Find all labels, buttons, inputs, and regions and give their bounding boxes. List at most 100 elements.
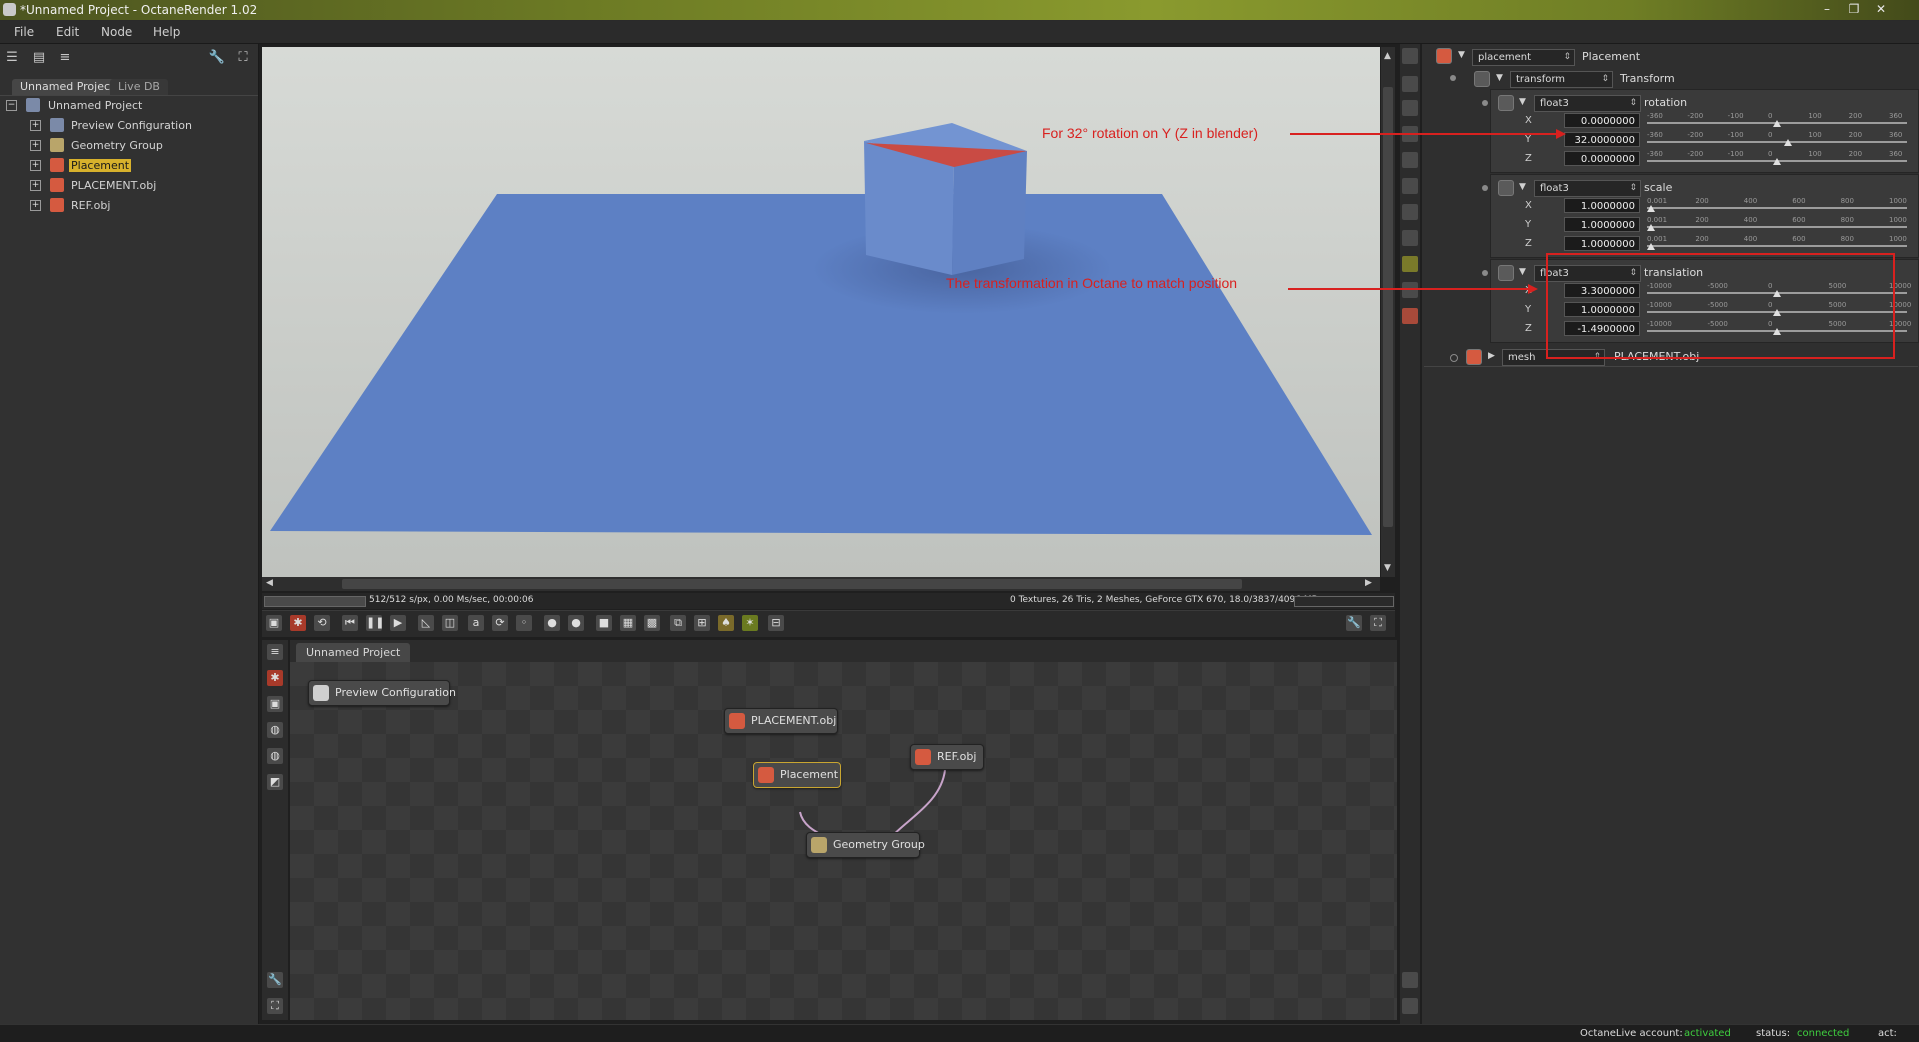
mesh-icon[interactable] xyxy=(1402,308,1418,324)
scale-x-slider[interactable]: 0.001 200 400 600 800 1000 xyxy=(1647,197,1907,212)
node-placement-obj[interactable]: PLACEMENT.obj xyxy=(724,708,838,734)
menu-node[interactable]: Node xyxy=(101,25,132,39)
rotation-type-select[interactable]: float3 ⇕ xyxy=(1534,95,1641,112)
scale-z-field[interactable]: 1.0000000 xyxy=(1564,236,1640,251)
decal-icon[interactable]: ▩ xyxy=(644,615,660,631)
collapse-icon[interactable]: ▼ xyxy=(1519,97,1526,107)
scroll-thumb[interactable] xyxy=(342,579,1242,589)
save-image-icon[interactable]: ⊟ xyxy=(768,615,784,631)
clay-render-icon[interactable]: ● xyxy=(544,615,560,631)
scale-z-slider[interactable]: 0.001 200 400 600 800 1000 xyxy=(1647,235,1907,250)
camera-icon[interactable]: ▣ xyxy=(266,615,282,631)
expand-icon[interactable]: + xyxy=(30,160,41,171)
node-inspector-icon[interactable] xyxy=(1402,48,1418,64)
translation-x-field[interactable]: 3.3000000 xyxy=(1564,283,1640,298)
slider-knob[interactable] xyxy=(1773,120,1781,127)
texture-icon[interactable] xyxy=(1402,282,1418,298)
pin-icon[interactable] xyxy=(1450,75,1456,81)
node-placement[interactable]: Placement xyxy=(753,762,841,788)
graph-tab[interactable]: Unnamed Project xyxy=(296,643,411,662)
translation-type-select[interactable]: float3 ⇕ xyxy=(1534,265,1641,282)
reset-icon[interactable]: ⟲ xyxy=(314,615,330,631)
translation-z-slider[interactable]: -10000 -5000 0 5000 10000 xyxy=(1647,320,1911,335)
node-type-select[interactable]: placement ⇕ xyxy=(1472,49,1575,66)
outliner-local-icon[interactable]: ≡ xyxy=(56,49,74,67)
white-balance-icon[interactable]: ◫ xyxy=(442,615,458,631)
slider-knob[interactable] xyxy=(1773,158,1781,165)
play-icon[interactable]: ▶ xyxy=(390,615,406,631)
pin-icon[interactable] xyxy=(1482,185,1488,191)
tree-item-placement-obj[interactable]: + PLACEMENT.obj xyxy=(0,176,258,195)
fullscreen-icon[interactable]: ⛶ xyxy=(267,998,283,1014)
fullscreen-icon[interactable]: ⛶ xyxy=(234,49,252,67)
node-preview-configuration[interactable]: Preview Configuration xyxy=(308,680,456,706)
material-icon[interactable] xyxy=(1402,152,1418,168)
environment-node-icon[interactable]: ◩ xyxy=(267,774,283,790)
render-settings-icon[interactable] xyxy=(1402,76,1418,92)
object-picker-icon[interactable]: ◦ xyxy=(516,615,532,631)
expand-icon[interactable]: + xyxy=(30,200,41,211)
expand-icon[interactable]: + xyxy=(30,180,41,191)
viewport-vertical-scrollbar[interactable]: ▲ ▼ xyxy=(1381,47,1395,577)
node-geometry-group[interactable]: Geometry Group xyxy=(806,832,925,858)
fullscreen-icon[interactable] xyxy=(1402,998,1418,1014)
collapse-icon[interactable]: ▼ xyxy=(1496,73,1503,83)
wrench-icon[interactable]: 🔧 xyxy=(267,972,283,988)
menu-help[interactable]: Help xyxy=(153,25,180,39)
image-icon[interactable] xyxy=(1402,230,1418,246)
outliner-list-icon[interactable]: ☰ xyxy=(3,49,21,67)
menu-edit[interactable]: Edit xyxy=(56,25,79,39)
transform-type-select[interactable]: transform ⇕ xyxy=(1510,71,1613,88)
camera-icon[interactable] xyxy=(1402,126,1418,142)
copy-icon[interactable]: ⧉ xyxy=(670,615,686,631)
autofocus-icon[interactable]: a xyxy=(468,615,484,631)
material-node-icon[interactable]: ◍ xyxy=(267,748,283,764)
scroll-thumb[interactable] xyxy=(1383,87,1393,527)
pin-icon[interactable] xyxy=(1450,354,1458,362)
translation-x-slider[interactable]: -10000 -5000 0 5000 10000 xyxy=(1647,282,1911,297)
sun-icon[interactable] xyxy=(1402,256,1418,272)
rotation-x-field[interactable]: 0.0000000 xyxy=(1564,113,1640,128)
translation-y-slider[interactable]: -10000 -5000 0 5000 10000 xyxy=(1647,301,1911,316)
scale-y-field[interactable]: 1.0000000 xyxy=(1564,217,1640,232)
slider-knob[interactable] xyxy=(1647,205,1656,212)
camera-node-icon[interactable]: ▣ xyxy=(267,696,283,712)
rotation-z-field[interactable]: 0.0000000 xyxy=(1564,151,1640,166)
tree-item-root[interactable]: − Unnamed Project xyxy=(0,96,258,115)
expand-icon[interactable]: + xyxy=(30,120,41,131)
tab-unnamed-project[interactable]: Unnamed Project xyxy=(12,79,123,95)
scale-type-select[interactable]: float3 ⇕ xyxy=(1534,180,1641,197)
wrench-icon[interactable]: 🔧 xyxy=(1346,615,1362,631)
material-picker-icon[interactable]: ⟳ xyxy=(492,615,508,631)
sun-icon[interactable]: ✶ xyxy=(742,615,758,631)
slider-knob[interactable] xyxy=(1773,328,1781,335)
sub-sampling-icon[interactable]: ● xyxy=(568,615,584,631)
slider-knob[interactable] xyxy=(1647,243,1656,250)
pin-icon[interactable] xyxy=(1482,270,1488,276)
scale-x-field[interactable]: 1.0000000 xyxy=(1564,198,1640,213)
fullscreen-icon[interactable]: ⛶ xyxy=(1370,615,1386,631)
collapse-icon[interactable]: ▼ xyxy=(1458,50,1465,60)
scroll-up-icon[interactable]: ▲ xyxy=(1384,51,1391,61)
collapse-icon[interactable]: ▼ xyxy=(1519,267,1526,277)
close-icon[interactable]: ✕ xyxy=(1870,2,1892,16)
stop-render-icon[interactable]: ✱ xyxy=(290,615,306,631)
menu-file[interactable]: File xyxy=(14,25,34,39)
scroll-left-icon[interactable]: ◀ xyxy=(266,578,273,588)
tree-item-placement[interactable]: + Placement xyxy=(0,156,258,175)
geometry-node-icon[interactable]: ◍ xyxy=(267,722,283,738)
rotation-y-slider[interactable]: -360 -200 -100 0 100 200 360 xyxy=(1647,131,1907,146)
slider-knob[interactable] xyxy=(1773,309,1781,316)
collapse-icon[interactable]: ▼ xyxy=(1519,182,1526,192)
mesh-type-select[interactable]: mesh ⇕ xyxy=(1502,349,1605,366)
viewport-horizontal-scrollbar[interactable]: ◀ ▶ xyxy=(262,577,1380,591)
scale-y-slider[interactable]: 0.001 200 400 600 800 1000 xyxy=(1647,216,1907,231)
tree-item-ref-obj[interactable]: + REF.obj xyxy=(0,196,258,215)
wrench-icon[interactable]: 🔧 xyxy=(208,49,226,67)
restart-icon[interactable]: ⏮ xyxy=(342,615,358,631)
environment-icon[interactable] xyxy=(1402,204,1418,220)
outliner-db-icon[interactable]: ▤ xyxy=(30,49,48,67)
rotation-x-slider[interactable]: -360 -200 -100 0 100 200 360 xyxy=(1647,112,1907,127)
collapse-icon[interactable]: − xyxy=(6,100,17,111)
translation-z-field[interactable]: -1.4900000 xyxy=(1564,321,1640,336)
